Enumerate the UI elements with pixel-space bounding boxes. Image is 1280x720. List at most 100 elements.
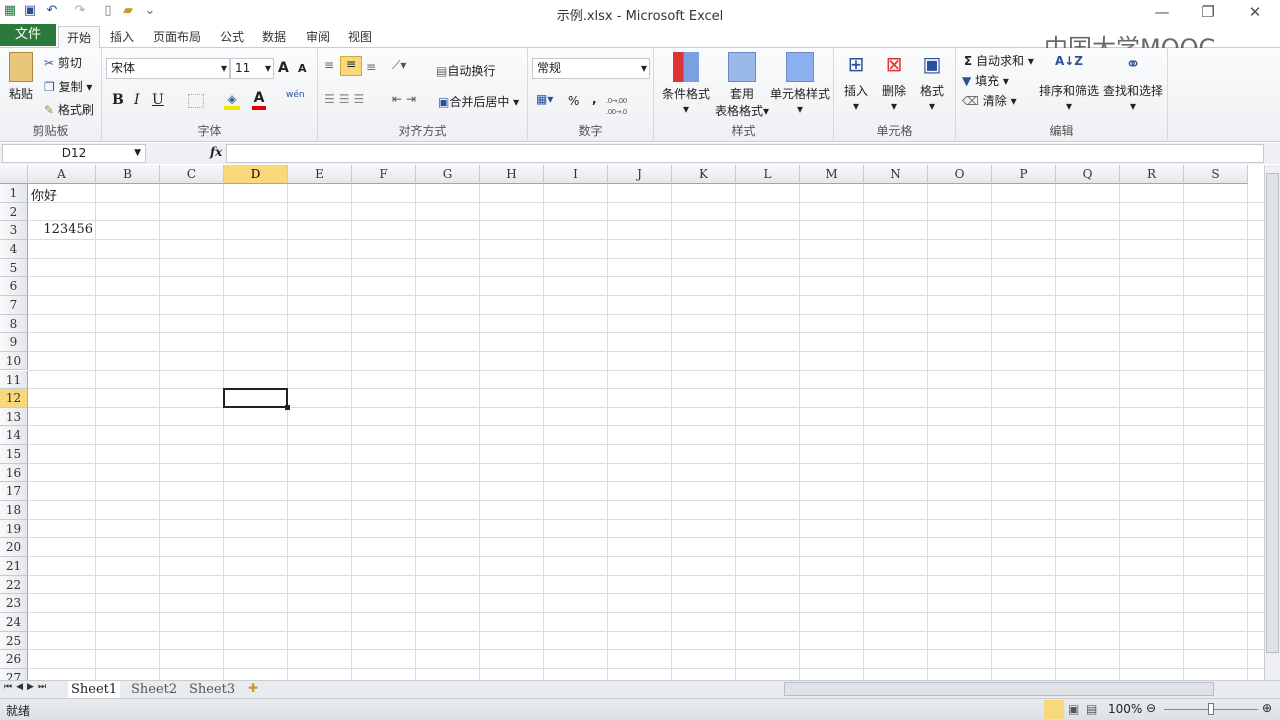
shrink-font-button[interactable]: A (298, 62, 307, 75)
column-header-O[interactable]: O (928, 165, 992, 184)
grow-font-button[interactable]: A (278, 60, 289, 76)
fill-color-icon[interactable]: ◈ (224, 92, 240, 110)
close-button[interactable]: ✕ (1240, 3, 1270, 21)
row-header-13[interactable]: 13 (0, 407, 28, 427)
row-header-21[interactable]: 21 (0, 557, 28, 576)
vertical-scroll-thumb[interactable] (1266, 173, 1279, 653)
column-header-C[interactable]: C (160, 165, 224, 184)
find-select-button[interactable]: ⚭ 查找和选择 ▾ (1100, 54, 1166, 113)
column-header-I[interactable]: I (544, 165, 608, 184)
font-color-button[interactable]: A (252, 90, 266, 110)
row-header-24[interactable]: 24 (0, 612, 28, 632)
increase-decimal-button[interactable]: .0→.00 (606, 97, 627, 105)
cell-A1[interactable]: 你好 (31, 185, 93, 204)
column-header-G[interactable]: G (416, 165, 480, 184)
tab-formulas[interactable]: 公式 (212, 26, 252, 48)
row-header-2[interactable]: 2 (0, 202, 28, 222)
vertical-scrollbar[interactable] (1264, 165, 1280, 680)
indent-icons[interactable]: ⇤⇥ (392, 92, 420, 106)
cell-A3[interactable]: 123456 (31, 222, 93, 237)
row-header-16[interactable]: 16 (0, 463, 28, 483)
align-bottom-icon[interactable]: ≡ (366, 60, 376, 74)
name-box[interactable]: D12 ▼ (2, 144, 146, 163)
row-header-15[interactable]: 15 (0, 445, 28, 464)
column-header-F[interactable]: F (352, 165, 416, 184)
row-header-18[interactable]: 18 (0, 501, 28, 520)
row-header-6[interactable]: 6 (0, 277, 28, 296)
row-header-10[interactable]: 10 (0, 351, 28, 371)
zoom-in-button[interactable]: ⊕ (1262, 701, 1272, 715)
row-header-27[interactable]: 27 (0, 668, 28, 680)
merge-center-button[interactable]: ▣合并后居中 ▾ (438, 93, 519, 110)
page-break-view-icon[interactable]: ▤ (1086, 702, 1097, 716)
fill-button[interactable]: ▼ 填充 ▾ (962, 72, 1009, 89)
sort-filter-button[interactable]: A↓Z 排序和筛选 ▾ (1038, 54, 1100, 113)
sheet-nav-arrows[interactable]: ⏮◀▶⏭ (4, 682, 50, 692)
tab-review[interactable]: 审阅 (298, 26, 338, 48)
number-format-select[interactable]: 常规 ▾ (532, 58, 650, 79)
row-header-4[interactable]: 4 (0, 239, 28, 259)
border-icon[interactable] (188, 94, 204, 108)
column-header-A[interactable]: A (28, 165, 96, 184)
currency-icon[interactable]: ▦▾ (536, 92, 553, 106)
zoom-out-button[interactable]: ⊖ (1146, 701, 1156, 715)
row-header-26[interactable]: 26 (0, 650, 28, 669)
copy-button[interactable]: ❐ 复制 ▾ (44, 78, 92, 95)
sheet-tab-sheet1[interactable]: Sheet1 (68, 681, 121, 698)
cut-button[interactable]: ✂ 剪切 (44, 54, 82, 71)
row-header-7[interactable]: 7 (0, 295, 28, 315)
row-header-1[interactable]: 1 (0, 184, 28, 203)
format-as-table-button[interactable]: 套用 表格格式▾ (712, 52, 772, 119)
wrap-text-button[interactable]: ▤自动换行 (436, 62, 495, 79)
zoom-level[interactable]: 100% (1108, 702, 1142, 716)
cell-styles-button[interactable]: 单元格样式 ▾ (768, 52, 832, 116)
column-header-N[interactable]: N (864, 165, 928, 184)
tab-page-layout[interactable]: 页面布局 (145, 26, 209, 48)
column-header-M[interactable]: M (800, 165, 864, 184)
format-painter-button[interactable]: ✎ 格式刷 (44, 101, 94, 118)
tab-home[interactable]: 开始 (58, 26, 101, 49)
column-header-K[interactable]: K (672, 165, 736, 184)
row-header-20[interactable]: 20 (0, 538, 28, 557)
row-header-5[interactable]: 5 (0, 258, 28, 278)
row-header-8[interactable]: 8 (0, 314, 28, 334)
conditional-format-button[interactable]: 条件格式 ▾ (658, 52, 714, 116)
column-header-J[interactable]: J (608, 165, 672, 184)
insert-function-button[interactable]: fx (210, 145, 222, 159)
align-horizontal-icons[interactable]: ☰☰☰ (324, 92, 368, 106)
delete-cells-button[interactable]: ⊠ 删除 ▾ (878, 52, 910, 113)
sheet-tab-sheet2[interactable]: Sheet2 (128, 681, 180, 698)
column-header-B[interactable]: B (96, 165, 160, 184)
paste-button[interactable]: 粘贴 (6, 52, 36, 102)
row-header-25[interactable]: 25 (0, 631, 28, 651)
orientation-icon[interactable]: ⟋▾ (392, 58, 406, 73)
row-header-12[interactable]: 12 (0, 389, 28, 408)
font-size-select[interactable]: 11 ▾ (230, 58, 274, 79)
column-header-Q[interactable]: Q (1056, 165, 1120, 184)
row-header-17[interactable]: 17 (0, 482, 28, 502)
active-cell-D12[interactable] (223, 388, 288, 408)
worksheet-grid[interactable]: A B C D E F G H I J K L M N O P Q R S 1 2 3 4 5 6 7 8 9 10 11 12 13 14 15… (0, 165, 1264, 680)
format-cells-button[interactable]: ▣ 格式 ▾ (916, 52, 948, 113)
fill-handle[interactable] (285, 404, 290, 410)
restore-button[interactable]: ❐ (1193, 3, 1223, 21)
clear-button[interactable]: ⌫ 清除 ▾ (962, 92, 1017, 109)
tab-file[interactable]: 文件 (0, 24, 56, 46)
insert-cells-button[interactable]: ⊞ 插入 ▾ (840, 52, 872, 113)
column-header-H[interactable]: H (480, 165, 544, 184)
column-header-P[interactable]: P (992, 165, 1056, 184)
bold-button[interactable]: B (112, 92, 124, 108)
horizontal-scrollbar[interactable] (784, 682, 1214, 696)
normal-view-icon[interactable] (1044, 700, 1064, 719)
row-header-23[interactable]: 23 (0, 594, 28, 613)
phonetic-icon[interactable]: wén (286, 90, 305, 100)
font-name-select[interactable]: 宋体 ▾ (106, 58, 230, 79)
align-middle-icon[interactable]: ≡ (340, 56, 362, 76)
underline-button[interactable]: U (152, 92, 164, 108)
column-header-D[interactable]: D (224, 165, 288, 184)
row-header-22[interactable]: 22 (0, 575, 28, 595)
tab-insert[interactable]: 插入 (102, 26, 142, 48)
comma-button[interactable]: , (592, 92, 597, 106)
align-top-icon[interactable]: ≡ (324, 58, 334, 72)
column-header-R[interactable]: R (1120, 165, 1184, 184)
